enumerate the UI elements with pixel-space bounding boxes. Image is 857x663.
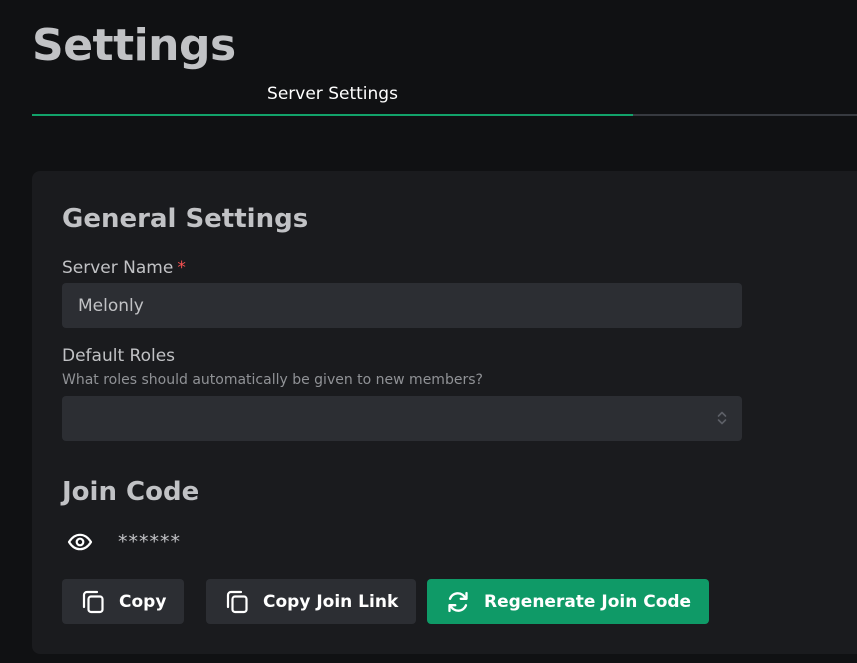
toggle-visibility-button[interactable] xyxy=(62,527,98,557)
join-code-row: ****** xyxy=(62,527,181,557)
default-roles-description: What roles should automatically be given… xyxy=(62,372,483,388)
copy-icon xyxy=(222,587,252,617)
server-name-label: Server Name * xyxy=(62,257,186,279)
chevron-up-down-icon xyxy=(717,411,727,425)
tab-label: Server Settings xyxy=(267,84,398,104)
eye-icon xyxy=(67,533,93,551)
tab-divider xyxy=(633,114,857,116)
default-roles-label: Default Roles xyxy=(62,346,176,366)
settings-tabs: Server Settings xyxy=(32,72,857,116)
copy-button[interactable]: Copy xyxy=(62,579,185,624)
page-title: Settings xyxy=(32,20,236,71)
copy-join-link-label: Copy Join Link xyxy=(263,591,399,612)
copy-button-label: Copy xyxy=(119,591,167,612)
regenerate-join-code-button[interactable]: Regenerate Join Code xyxy=(427,579,710,624)
join-code-title: Join Code xyxy=(62,477,200,507)
refresh-icon xyxy=(443,587,473,617)
active-tab-indicator xyxy=(32,114,633,116)
server-name-label-text: Server Name xyxy=(62,258,174,278)
tab-server-settings[interactable]: Server Settings xyxy=(32,72,633,116)
settings-card: General Settings Server Name* Default Ro… xyxy=(32,171,857,654)
default-roles-select[interactable] xyxy=(62,396,742,441)
copy-icon xyxy=(78,587,108,617)
server-name-input[interactable] xyxy=(62,283,742,328)
regenerate-join-code-label: Regenerate Join Code xyxy=(484,591,692,612)
copy-join-link-button[interactable]: Copy Join Link xyxy=(206,579,417,624)
required-mark: * xyxy=(177,258,186,278)
general-settings-title: General Settings xyxy=(62,204,309,234)
join-code-value: ****** xyxy=(118,531,181,553)
